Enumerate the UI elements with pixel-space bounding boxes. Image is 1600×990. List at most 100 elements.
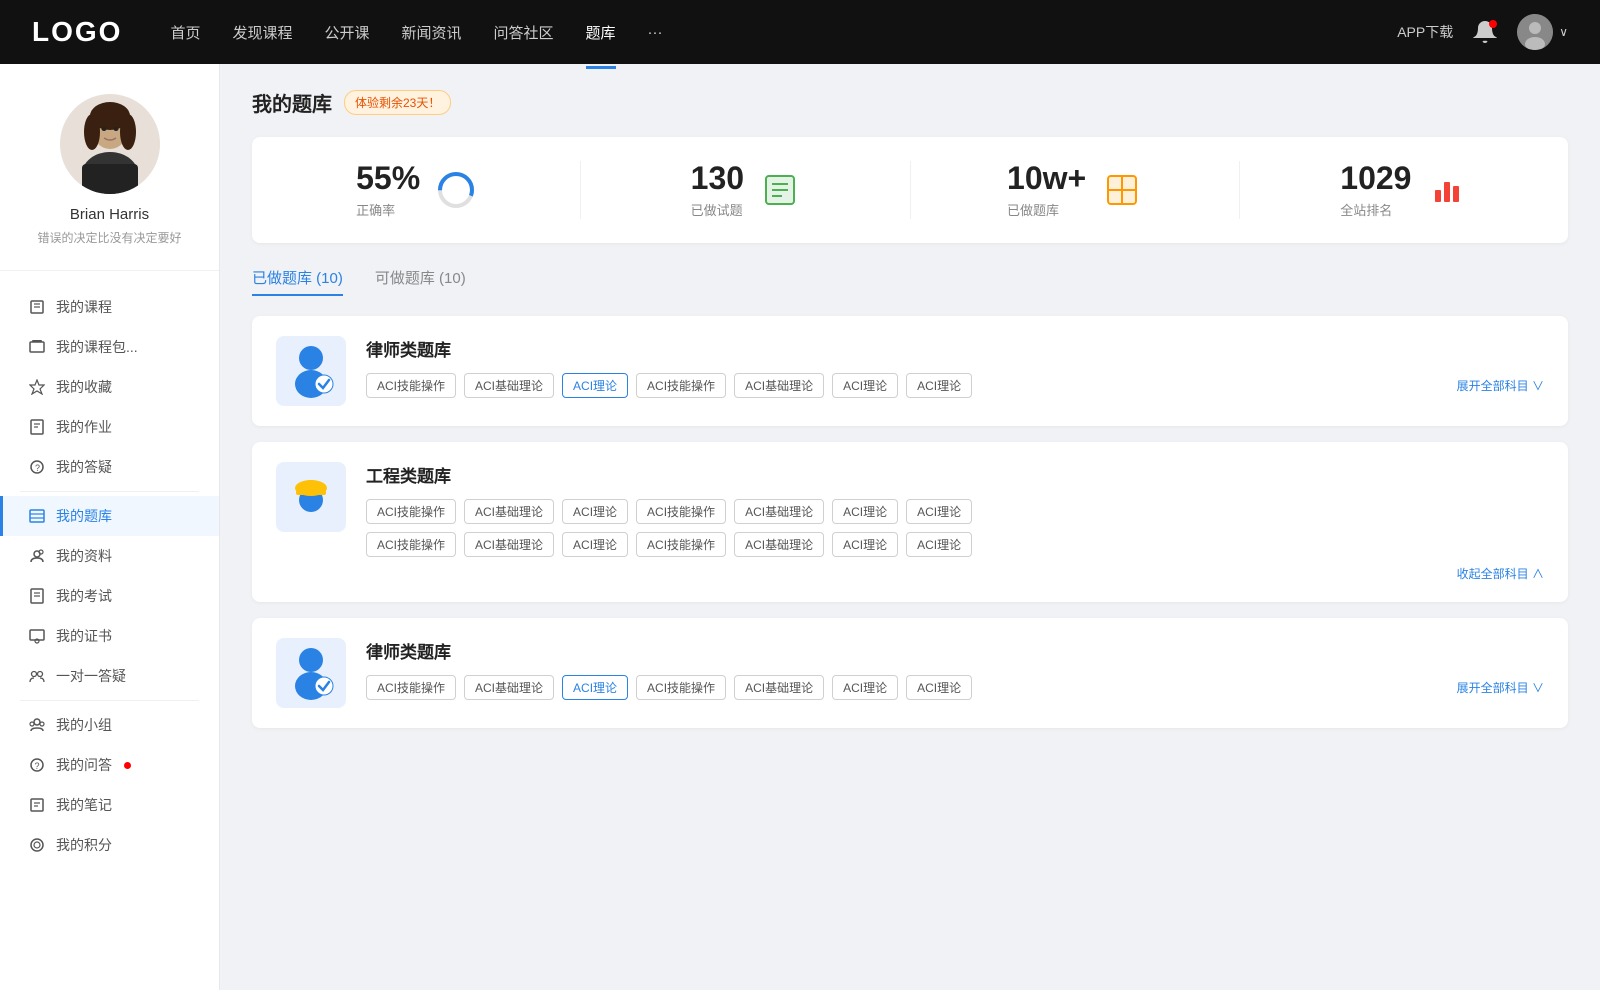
one-one-icon: [28, 667, 46, 685]
svg-text:?: ?: [35, 761, 40, 771]
tag[interactable]: ACI技能操作: [636, 499, 726, 524]
tag[interactable]: ACI理论: [832, 532, 898, 557]
logo[interactable]: LOGO: [32, 16, 122, 48]
sidebar-item-points[interactable]: 我的积分: [0, 825, 219, 865]
sidebar-item-label: 我的笔记: [56, 795, 112, 815]
tag-active[interactable]: ACI理论: [562, 373, 628, 398]
certificate-icon: [28, 627, 46, 645]
tag[interactable]: ACI基础理论: [734, 373, 824, 398]
main-content: 我的题库 体验剩余23天！ 55% 正确率: [220, 64, 1600, 990]
sidebar-item-label: 我的问答: [56, 755, 112, 775]
tag-active[interactable]: ACI理论: [562, 675, 628, 700]
sidebar-item-label: 我的题库: [56, 506, 112, 526]
sidebar-item-material[interactable]: 我的资料: [0, 536, 219, 576]
points-icon: [28, 836, 46, 854]
sidebar-item-one-one[interactable]: 一对一答疑: [0, 656, 219, 696]
main-nav: 首页 发现课程 公开课 新闻资讯 问答社区 题库 ···: [170, 18, 1397, 47]
tab-done-banks[interactable]: 已做题库 (10): [252, 267, 343, 296]
question-dot: [124, 762, 131, 769]
grid-icon: [1102, 170, 1142, 210]
app-download-button[interactable]: APP下载: [1397, 22, 1453, 42]
sidebar-item-label: 一对一答疑: [56, 666, 126, 686]
tag[interactable]: ACI理论: [906, 373, 972, 398]
sidebar-item-label: 我的资料: [56, 546, 112, 566]
sidebar-item-course-pack[interactable]: 我的课程包...: [0, 327, 219, 367]
tag[interactable]: ACI理论: [906, 499, 972, 524]
stat-done-banks-label: 已做题库: [1007, 200, 1086, 219]
profile-motto: 错误的决定比没有决定要好: [37, 229, 181, 246]
sidebar-item-course[interactable]: 我的课程: [0, 287, 219, 327]
note-icon: [28, 796, 46, 814]
sidebar-item-label: 我的课程包...: [56, 337, 138, 357]
stat-done-questions: 130 已做试题: [581, 161, 910, 219]
tag[interactable]: ACI技能操作: [636, 532, 726, 557]
notification-bell[interactable]: [1473, 20, 1497, 44]
nav-discover[interactable]: 发现课程: [232, 18, 292, 47]
star-icon: [28, 378, 46, 396]
menu-divider-2: [20, 700, 199, 701]
menu-divider-1: [20, 491, 199, 492]
tag[interactable]: ACI基础理论: [464, 532, 554, 557]
sidebar-item-qa[interactable]: ? 我的答疑: [0, 447, 219, 487]
bar-chart-icon: [1427, 170, 1467, 210]
lawyer-icon-wrap-2: [276, 638, 346, 708]
tags-row-lawyer-1: ACI技能操作 ACI基础理论 ACI理论 ACI技能操作 ACI基础理论 AC…: [366, 373, 1544, 398]
tag[interactable]: ACI理论: [562, 532, 628, 557]
sidebar-item-note[interactable]: 我的笔记: [0, 785, 219, 825]
nav-news[interactable]: 新闻资讯: [402, 18, 462, 47]
chevron-down-icon: ∨: [1559, 25, 1568, 39]
sidebar-item-question[interactable]: ? 我的问答: [0, 745, 219, 785]
tag[interactable]: ACI基础理论: [464, 675, 554, 700]
expand-link-lawyer-1[interactable]: 展开全部科目 ∨: [1457, 377, 1544, 394]
page-title: 我的题库: [252, 88, 332, 117]
qbank-title-lawyer-2: 律师类题库: [366, 638, 1544, 663]
nav-qa[interactable]: 问答社区: [494, 18, 554, 47]
sidebar-item-label: 我的课程: [56, 297, 112, 317]
nav-qbank[interactable]: 题库: [586, 18, 616, 47]
tag[interactable]: ACI基础理论: [464, 499, 554, 524]
group-icon: [28, 716, 46, 734]
expand-link-lawyer-2[interactable]: 展开全部科目 ∨: [1457, 679, 1544, 696]
sidebar-item-label: 我的小组: [56, 715, 112, 735]
sidebar-item-homework[interactable]: 我的作业: [0, 407, 219, 447]
stat-done-banks-value: 10w+: [1007, 161, 1086, 196]
tags-row-lawyer-2: ACI技能操作 ACI基础理论 ACI理论 ACI技能操作 ACI基础理论 AC…: [366, 675, 1544, 700]
tags-row-engineer-1: ACI技能操作 ACI基础理论 ACI理论 ACI技能操作 ACI基础理论 AC…: [366, 499, 1544, 524]
sidebar-item-group[interactable]: 我的小组: [0, 705, 219, 745]
stat-done-questions-value: 130: [691, 161, 744, 196]
course-icon: [28, 298, 46, 316]
tag[interactable]: ACI基础理论: [734, 499, 824, 524]
tag[interactable]: ACI基础理论: [734, 532, 824, 557]
trial-badge: 体验剩余23天！: [344, 90, 451, 115]
nav-opencourse[interactable]: 公开课: [324, 18, 369, 47]
tag[interactable]: ACI理论: [832, 499, 898, 524]
sidebar-item-label: 我的答疑: [56, 457, 112, 477]
tag[interactable]: ACI技能操作: [366, 499, 456, 524]
tag[interactable]: ACI技能操作: [636, 373, 726, 398]
profile-avatar: [60, 94, 160, 194]
tag[interactable]: ACI技能操作: [366, 675, 456, 700]
sidebar-item-qbank[interactable]: 我的题库: [0, 496, 219, 536]
tag[interactable]: ACI理论: [906, 675, 972, 700]
nav-more[interactable]: ···: [648, 20, 663, 45]
page-wrap: Brian Harris 错误的决定比没有决定要好 我的课程 我的课程包...: [0, 64, 1600, 990]
tag[interactable]: ACI理论: [562, 499, 628, 524]
tag[interactable]: ACI基础理论: [464, 373, 554, 398]
sidebar-item-exam[interactable]: 我的考试: [0, 576, 219, 616]
nav-home[interactable]: 首页: [170, 18, 200, 47]
tag[interactable]: ACI技能操作: [366, 373, 456, 398]
tab-available-banks[interactable]: 可做题库 (10): [375, 267, 466, 296]
tag[interactable]: ACI基础理论: [734, 675, 824, 700]
tag[interactable]: ACI理论: [906, 532, 972, 557]
collapse-link-engineer[interactable]: 收起全部科目 ∧: [1457, 565, 1544, 582]
sidebar-item-certificate[interactable]: 我的证书: [0, 616, 219, 656]
sidebar-item-label: 我的证书: [56, 626, 112, 646]
tag[interactable]: ACI技能操作: [636, 675, 726, 700]
stat-done-banks: 10w+ 已做题库: [911, 161, 1240, 219]
tag[interactable]: ACI技能操作: [366, 532, 456, 557]
tag[interactable]: ACI理论: [832, 373, 898, 398]
course-pack-icon: [28, 338, 46, 356]
tag[interactable]: ACI理论: [832, 675, 898, 700]
sidebar-item-favorites[interactable]: 我的收藏: [0, 367, 219, 407]
user-avatar-button[interactable]: ∨: [1517, 14, 1568, 50]
